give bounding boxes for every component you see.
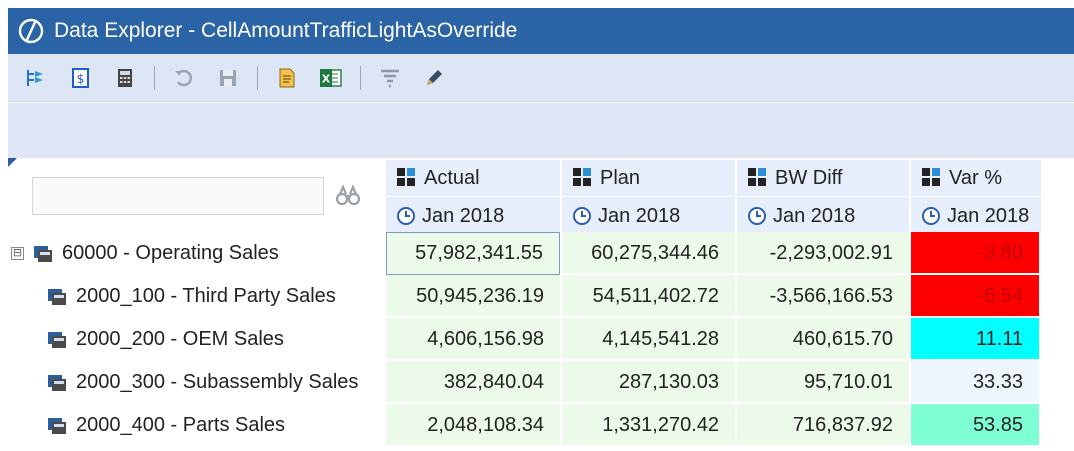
cell-actual[interactable]: 2,048,108.34 <box>386 404 562 447</box>
clock-icon <box>396 206 416 226</box>
cell-bw-diff[interactable]: -3,566,166.53 <box>737 275 911 318</box>
undo-button[interactable] <box>169 63 199 93</box>
column-header-bw-diff-period[interactable]: Jan 2018 <box>737 197 909 235</box>
column-label-bw-diff: BW Diff <box>775 166 843 189</box>
toolbar: $ X <box>8 54 1074 102</box>
app-logo-icon <box>8 8 54 54</box>
row-search-input[interactable] <box>32 177 324 215</box>
binoculars-icon[interactable] <box>334 184 362 206</box>
member-icon <box>572 167 594 189</box>
filter-icon <box>381 69 399 87</box>
member-icon <box>396 167 418 189</box>
cell-var-pct[interactable]: -3.80 <box>911 232 1041 275</box>
cell-var-pct[interactable]: 53.85 <box>911 404 1041 447</box>
excel-icon: X <box>320 68 342 87</box>
column-period-actual: Jan 2018 <box>422 204 505 227</box>
expand-tree-icon <box>27 69 43 86</box>
save-button[interactable] <box>213 63 243 93</box>
row-header-parts-sales[interactable]: 2000_400 - Parts Sales <box>8 404 386 447</box>
row-label: 2000_100 - Third Party Sales <box>76 285 336 307</box>
cell-var-pct[interactable]: 11.11 <box>911 318 1041 361</box>
toolbar-separator <box>360 65 361 90</box>
data-grid: Actual Jan 2018 Plan Jan 2018 BW Diff Ja… <box>8 158 1074 451</box>
cell-plan[interactable]: 54,511,402.72 <box>562 275 737 318</box>
column-period-bw-diff: Jan 2018 <box>773 204 856 227</box>
column-period-var-pct: Jan 2018 <box>947 204 1030 227</box>
pov-band <box>8 103 1074 158</box>
clock-icon <box>747 206 767 226</box>
column-header-bw-diff[interactable]: BW Diff <box>737 160 909 196</box>
column-header-plan[interactable]: Plan <box>562 160 735 196</box>
save-icon <box>220 69 236 86</box>
cell-var-pct[interactable]: -6.54 <box>911 275 1041 318</box>
toolbar-separator <box>257 65 258 90</box>
document-button[interactable] <box>272 63 302 93</box>
pencil-icon <box>427 69 442 85</box>
cell-actual[interactable]: 57,982,341.55 <box>386 232 560 275</box>
column-period-plan: Jan 2018 <box>598 204 681 227</box>
excel-button[interactable]: X <box>316 63 346 93</box>
undo-icon <box>175 69 192 86</box>
member-icon <box>921 167 943 189</box>
row-label: 2000_200 - OEM Sales <box>76 328 284 350</box>
cell-plan[interactable]: 4,145,541.28 <box>562 318 737 361</box>
account-member-icon <box>46 330 68 350</box>
cell-bw-diff[interactable]: 460,615.70 <box>737 318 911 361</box>
cell-bw-diff[interactable]: 716,837.92 <box>737 404 911 447</box>
row-header-oem-sales[interactable]: 2000_200 - OEM Sales <box>8 318 386 361</box>
svg-text:X: X <box>322 72 331 85</box>
account-member-icon <box>46 373 68 393</box>
cell-plan[interactable]: 287,130.03 <box>562 361 737 404</box>
calculate-sheet-icon: $ <box>72 67 89 88</box>
cell-plan[interactable]: 1,331,270.42 <box>562 404 737 447</box>
cell-plan[interactable]: 60,275,344.46 <box>562 232 737 275</box>
window-title: Data Explorer - CellAmountTrafficLightAs… <box>54 19 518 42</box>
member-icon <box>747 167 769 189</box>
toolbar-separator <box>154 65 155 90</box>
account-member-icon <box>46 416 68 436</box>
column-label-var-pct: Var % <box>949 166 1002 189</box>
column-label-actual: Actual <box>424 166 480 189</box>
cell-var-pct[interactable]: 33.33 <box>911 361 1041 404</box>
cell-actual[interactable]: 4,606,156.98 <box>386 318 562 361</box>
row-label: 2000_300 - Subassembly Sales <box>76 371 359 393</box>
row-header-subassembly-sales[interactable]: 2000_300 - Subassembly Sales <box>8 361 386 404</box>
column-header-plan-period[interactable]: Jan 2018 <box>562 197 735 235</box>
row-header-operating-sales[interactable]: ⊟ 60000 - Operating Sales <box>8 232 386 275</box>
cell-actual[interactable]: 382,840.04 <box>386 361 562 404</box>
column-header-actual[interactable]: Actual <box>386 160 560 196</box>
column-header-var-pct[interactable]: Var % <box>911 160 1041 196</box>
document-icon <box>279 68 295 87</box>
row-label: 2000_400 - Parts Sales <box>76 414 286 436</box>
column-header-var-pct-period[interactable]: Jan 2018 <box>911 197 1041 235</box>
edit-button[interactable] <box>419 63 449 93</box>
collapse-toggle[interactable]: ⊟ <box>11 247 24 260</box>
calculator-icon <box>118 68 132 87</box>
expand-tree-button[interactable] <box>22 63 52 93</box>
svg-text:$: $ <box>77 72 85 86</box>
account-member-icon <box>32 244 54 264</box>
calculate-sheet-button[interactable]: $ <box>66 63 96 93</box>
row-header-third-party-sales[interactable]: 2000_100 - Third Party Sales <box>8 275 386 318</box>
clock-icon <box>572 206 592 226</box>
row-label: 60000 - Operating Sales <box>62 242 279 264</box>
clock-icon <box>921 206 941 226</box>
filter-button[interactable] <box>375 63 405 93</box>
cell-bw-diff[interactable]: -2,293,002.91 <box>737 232 911 275</box>
column-header-actual-period[interactable]: Jan 2018 <box>386 197 560 235</box>
title-bar: Data Explorer - CellAmountTrafficLightAs… <box>8 8 1074 54</box>
cell-bw-diff[interactable]: 95,710.01 <box>737 361 911 404</box>
column-label-plan: Plan <box>600 166 641 189</box>
cell-actual[interactable]: 50,945,236.19 <box>386 275 562 318</box>
calculator-button[interactable] <box>110 63 140 93</box>
account-member-icon <box>46 287 68 307</box>
grid-corner-marker <box>8 158 17 167</box>
